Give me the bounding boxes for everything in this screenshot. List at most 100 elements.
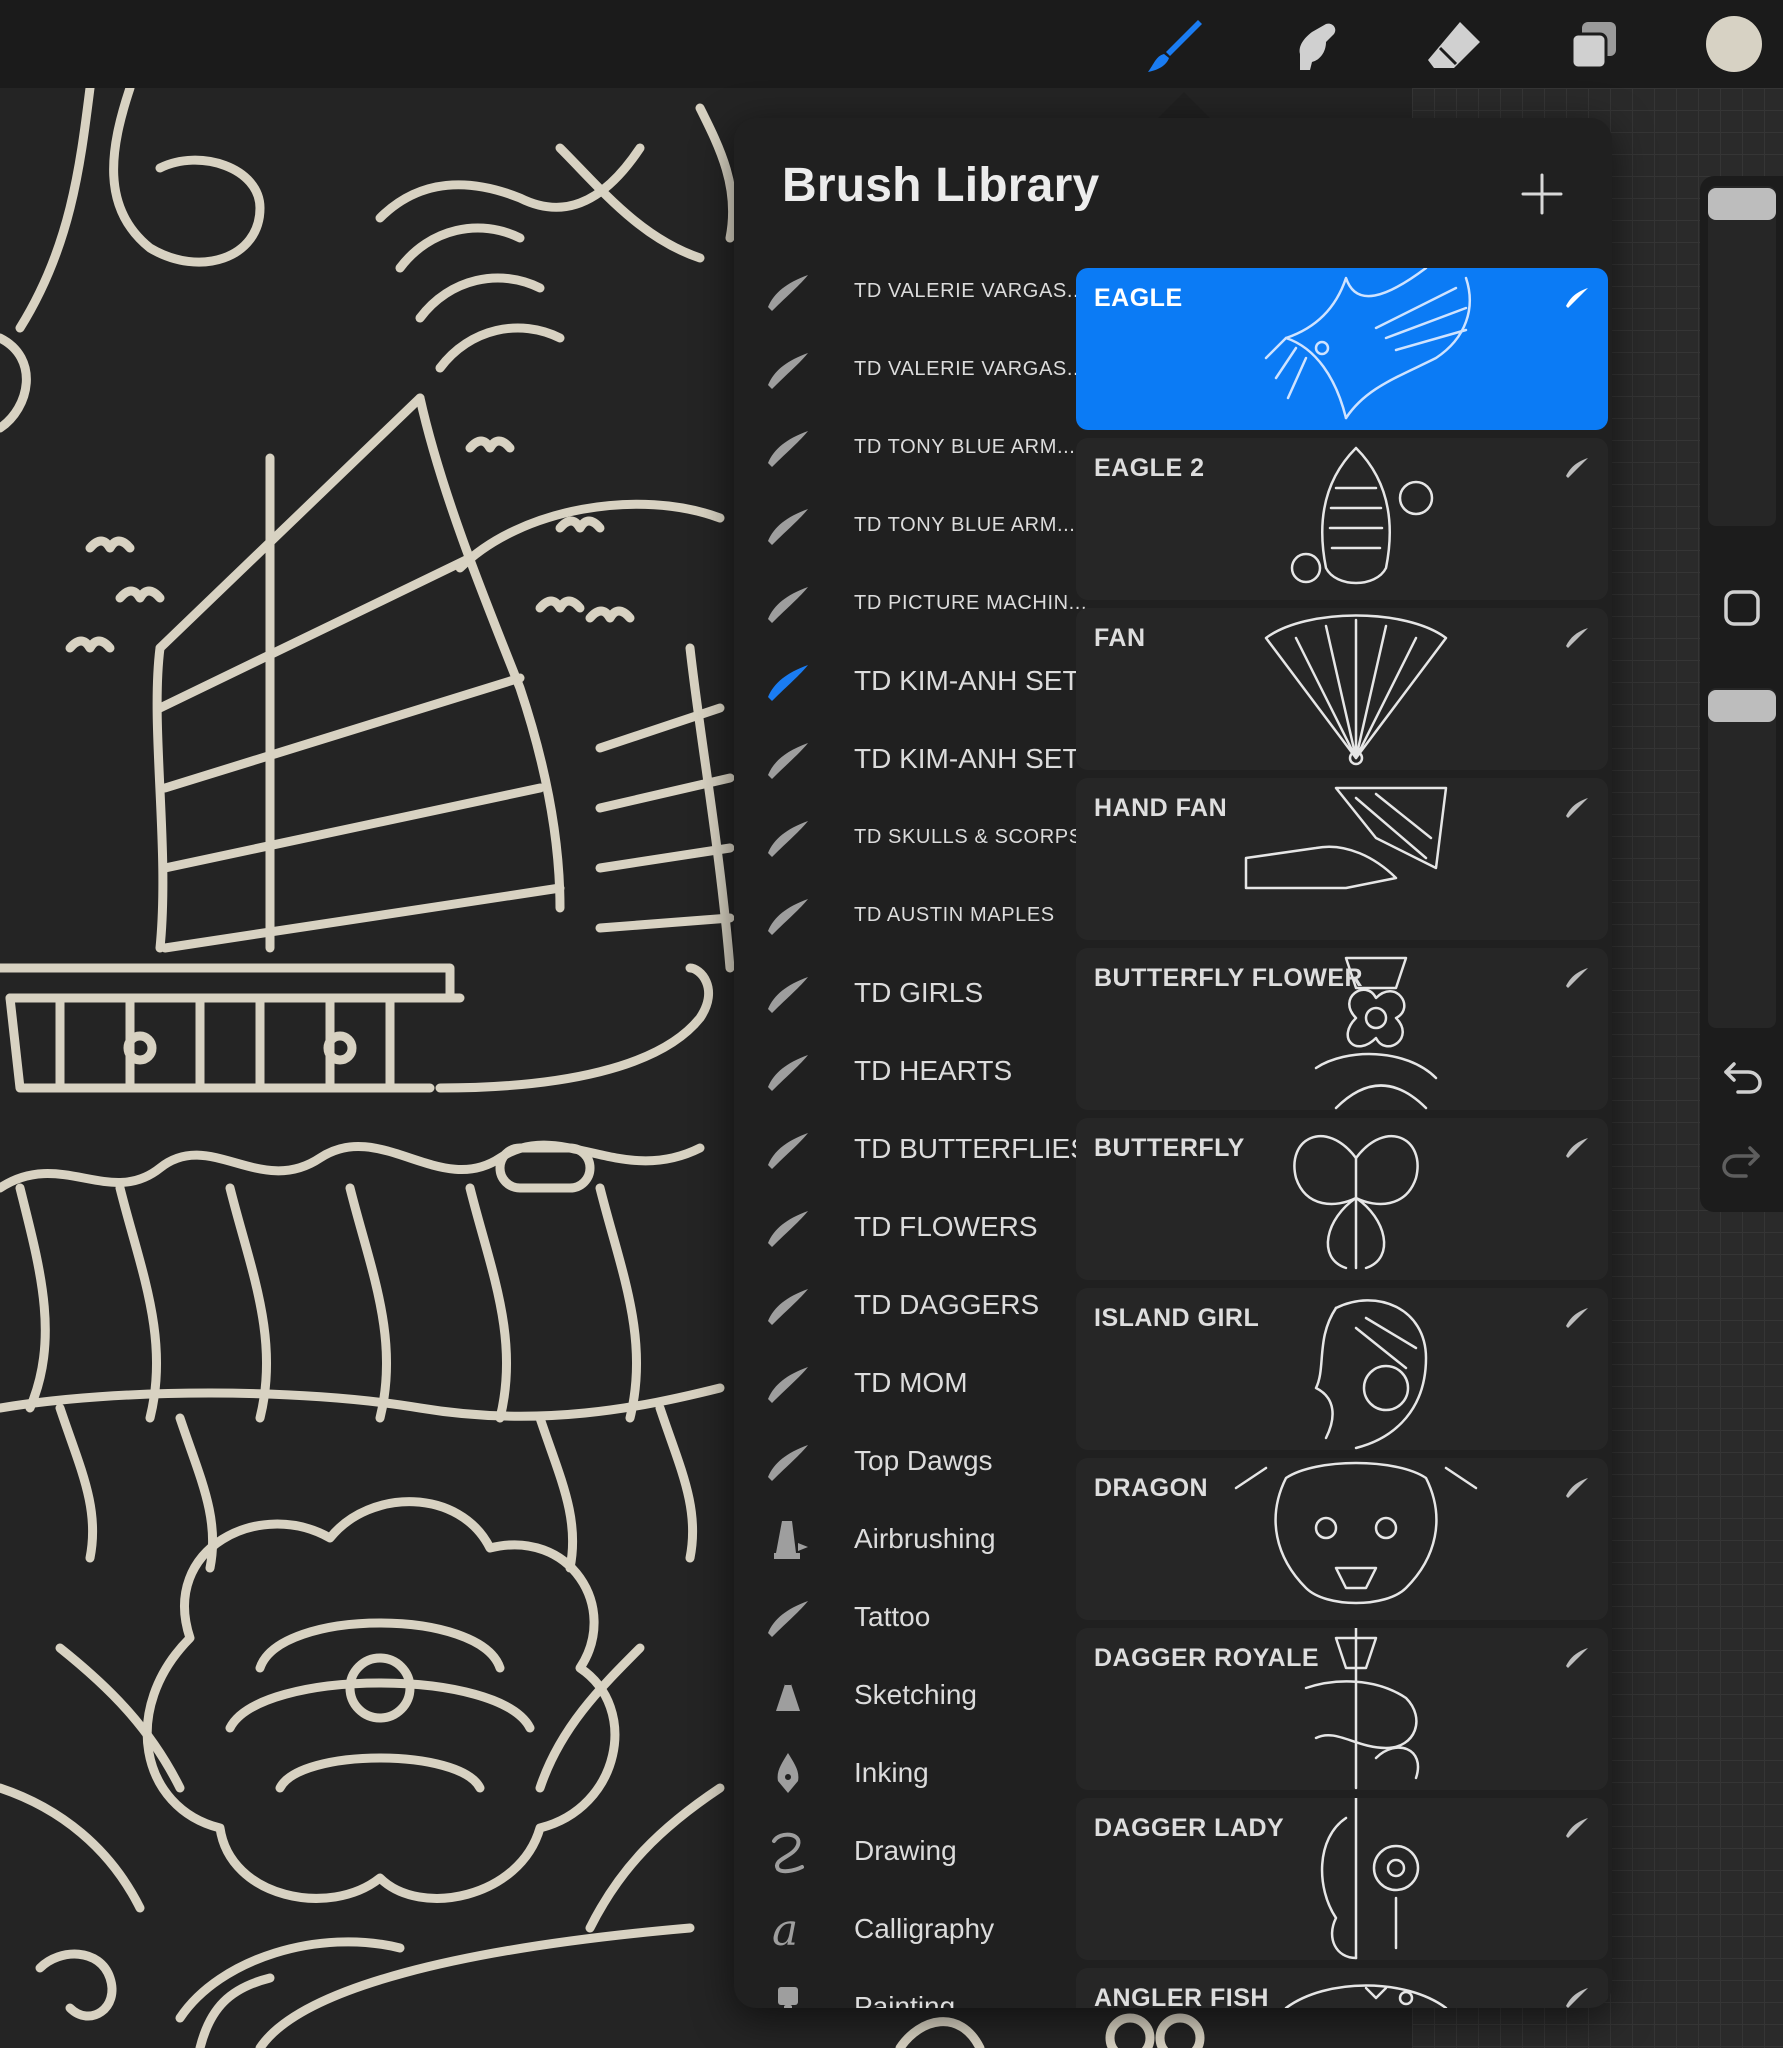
brush-preview-stroke <box>1226 1458 1486 1620</box>
brush-preview-stroke <box>1226 268 1486 430</box>
brush-set-item[interactable]: TD KIM-ANH SET 1 <box>734 720 1102 798</box>
brush-icon <box>1148 20 1202 72</box>
brush-set-label: TD AUSTIN MAPLES <box>854 903 1055 926</box>
paint-brush-icon <box>764 1983 812 2008</box>
brush-set-item[interactable]: Inking <box>734 1734 1074 1812</box>
brush-set-label: TD DAGGERS <box>854 1289 1040 1320</box>
brush-set-item[interactable]: Drawing <box>734 1812 1074 1890</box>
brush-set-item[interactable]: TD SKULLS & SCORPS <box>734 798 1082 876</box>
brush-set-item[interactable]: TD HEARTS <box>734 1032 1074 1110</box>
brush-set-label: Calligraphy <box>854 1913 995 1944</box>
brush-name-label: DRAGON <box>1094 1474 1209 1502</box>
brush-set-item[interactable]: TD BUTTERFLIES <box>734 1110 1089 1188</box>
brush-set-item[interactable]: TD MOM <box>734 1344 1074 1422</box>
brush-set-item[interactable]: TD TONY BLUE ARM... <box>734 486 1076 564</box>
brush-set-label: Sketching <box>854 1679 977 1710</box>
brush-set-label: Tattoo <box>854 1601 931 1632</box>
brush-set-item[interactable]: a Calligraphy <box>734 1890 1074 1968</box>
brush-set-item[interactable]: Sketching <box>734 1656 1074 1734</box>
brush-card[interactable]: ANGLER FISH <box>1076 1968 1608 2008</box>
brush-name-label: FAN <box>1094 624 1146 652</box>
brush-stroke-icon <box>764 1359 812 1407</box>
brush-preview-stroke <box>1226 608 1486 770</box>
brush-set-label: TD TONY BLUE ARM... <box>854 513 1076 536</box>
brush-name-label: DAGGER LADY <box>1094 1814 1285 1842</box>
brush-set-item[interactable]: Painting <box>734 1968 1074 2008</box>
brush-stroke-icon <box>764 267 812 315</box>
layers-tool-button[interactable] <box>1562 14 1626 78</box>
brush-set-item[interactable]: Tattoo <box>734 1578 1074 1656</box>
brush-card[interactable]: DAGGER ROYALE <box>1076 1628 1608 1790</box>
brush-set-label: TD VALERIE VARGAS... <box>854 357 1086 380</box>
opacity-slider[interactable] <box>1708 688 1776 1028</box>
popover-arrow <box>1156 92 1212 120</box>
squiggle-icon <box>764 1827 812 1875</box>
square-icon <box>1724 590 1760 626</box>
eraser-icon <box>1428 22 1480 68</box>
brush-set-item[interactable]: TD PICTURE MACHIN... <box>734 564 1087 642</box>
brush-set-list: TD VALERIE VARGAS... TD VALERIE VARGAS...… <box>734 252 1102 2008</box>
undo-button[interactable] <box>1708 1042 1776 1110</box>
eraser-tool-button[interactable] <box>1422 14 1486 78</box>
brush-stroke-icon <box>764 1437 812 1485</box>
brush-set-item[interactable]: TD GIRLS <box>734 954 1074 1032</box>
brush-set-label: TD KIM-ANH SET 1 <box>854 743 1103 774</box>
top-toolbar <box>0 0 1783 88</box>
brush-set-item[interactable]: Top Dawgs <box>734 1422 1074 1500</box>
brush-name-label: EAGLE <box>1094 284 1183 312</box>
brush-size-slider-thumb[interactable] <box>1708 188 1776 220</box>
brush-set-item[interactable]: TD KIM-ANH SET 2 <box>734 642 1102 720</box>
brush-stroke-icon <box>1564 286 1590 308</box>
brush-card[interactable]: DAGGER LADY <box>1076 1798 1608 1960</box>
brush-card[interactable]: BUTTERFLY FLOWER <box>1076 948 1608 1110</box>
brush-card[interactable]: DRAGON <box>1076 1458 1608 1620</box>
brush-set-item[interactable]: TD VALERIE VARGAS... <box>734 330 1085 408</box>
brush-set-item[interactable]: Airbrushing <box>734 1500 1074 1578</box>
pencil-tip-icon <box>764 1671 812 1719</box>
brush-stroke-icon <box>764 1125 812 1173</box>
brush-stroke-icon <box>1564 1306 1590 1328</box>
calligraphy-a-icon: a <box>764 1905 812 1953</box>
brush-card[interactable]: FAN <box>1076 608 1608 770</box>
smudge-tool-button[interactable] <box>1282 14 1346 78</box>
brush-stroke-icon <box>1564 1476 1590 1498</box>
brush-set-label: TD MOM <box>854 1367 968 1398</box>
color-picker-button[interactable] <box>1706 16 1762 72</box>
brush-stroke-icon <box>764 501 812 549</box>
brush-set-label: Airbrushing <box>854 1523 996 1554</box>
brush-set-label: TD PICTURE MACHIN... <box>854 591 1088 614</box>
brush-card[interactable]: HAND FAN <box>1076 778 1608 940</box>
brush-set-label: TD TONY BLUE ARM... <box>854 435 1076 458</box>
brush-set-item[interactable]: TD VALERIE VARGAS... <box>734 252 1085 330</box>
brush-set-label: Painting <box>854 1991 956 2008</box>
brush-set-label: TD SKULLS & SCORPS <box>854 825 1083 848</box>
brush-name-label: EAGLE 2 <box>1094 454 1205 482</box>
brush-stroke-icon <box>764 657 812 705</box>
brush-set-item[interactable]: TD FLOWERS <box>734 1188 1074 1266</box>
right-sidebar <box>1700 176 1783 1212</box>
brush-name-label: BUTTERFLY <box>1094 1134 1245 1162</box>
brush-set-label: TD KIM-ANH SET 2 <box>854 665 1103 696</box>
brush-stroke-icon <box>1564 796 1590 818</box>
brush-stroke-icon <box>764 969 812 1017</box>
brush-card[interactable]: EAGLE 2 <box>1076 438 1608 600</box>
brush-set-item[interactable]: TD DAGGERS <box>734 1266 1074 1344</box>
brush-set-item[interactable]: TD TONY BLUE ARM... <box>734 408 1076 486</box>
brush-set-item[interactable]: TD AUSTIN MAPLES <box>734 876 1074 954</box>
brush-library-panel: Brush Library TD VALERIE VARGAS... TD VAL… <box>734 118 1612 2008</box>
brush-card[interactable]: BUTTERFLY <box>1076 1118 1608 1280</box>
modify-button[interactable] <box>1708 574 1776 642</box>
svg-text:a: a <box>772 1905 798 1953</box>
brush-tool-button[interactable] <box>1142 14 1206 78</box>
plus-icon <box>1521 173 1563 215</box>
brush-preview-stroke <box>1226 438 1486 600</box>
brush-size-slider[interactable] <box>1708 186 1776 526</box>
add-brush-button[interactable] <box>1510 162 1574 226</box>
brush-list: EAGLE EAGLE 2 FAN HAND FAN BUTTERFLY FLOWER B… <box>1076 268 1608 2008</box>
brush-stroke-icon <box>764 891 812 939</box>
brush-card-selected[interactable]: EAGLE <box>1076 268 1608 430</box>
brush-stroke-icon <box>764 1203 812 1251</box>
brush-card[interactable]: ISLAND GIRL <box>1076 1288 1608 1450</box>
opacity-slider-thumb[interactable] <box>1708 690 1776 722</box>
redo-button[interactable] <box>1708 1126 1776 1194</box>
